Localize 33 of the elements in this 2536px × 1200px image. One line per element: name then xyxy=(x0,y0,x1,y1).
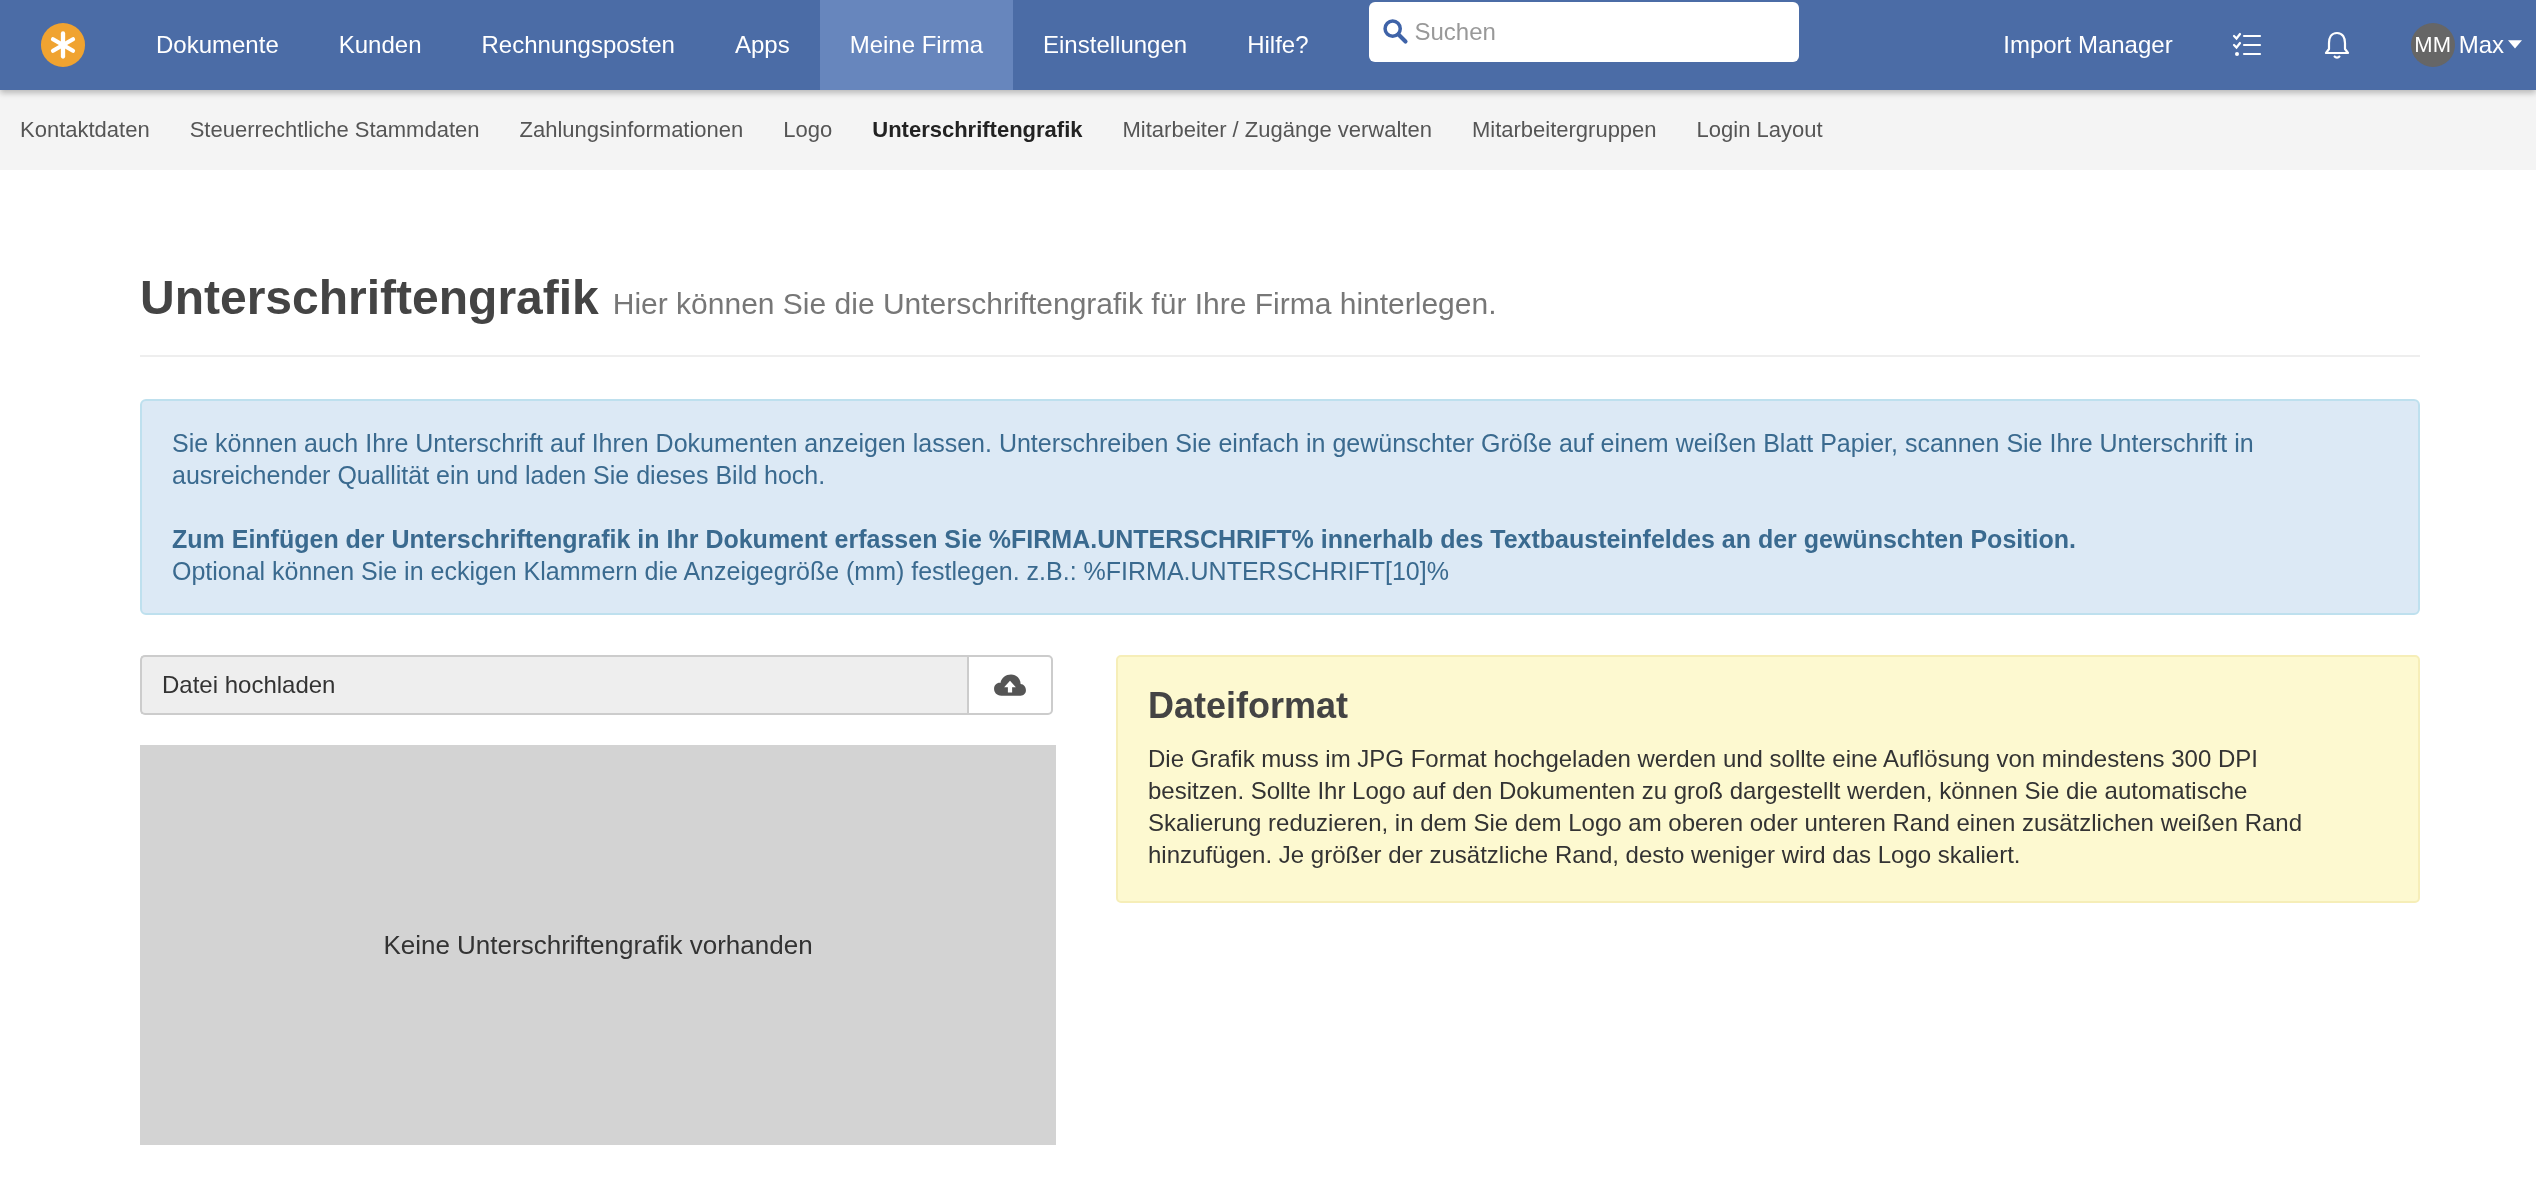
caret-icon xyxy=(2508,40,2522,50)
nav-tab[interactable]: Rechnungsposten xyxy=(451,0,705,90)
nav-tab[interactable]: Einstellungen xyxy=(1013,0,1218,90)
sub-nav-tab[interactable]: Unterschriftengrafik xyxy=(872,117,1083,143)
user-menu[interactable]: MM Max xyxy=(2410,23,2522,67)
page-subtitle: Hier können Sie die Unterschriftengrafik für Ihre Firma hinterlegen. xyxy=(612,287,1497,321)
empty-preview-text: Keine Unterschriftengrafik vorhanden xyxy=(383,929,813,961)
instruction-text: Zum Einfügen der Unterschriftengrafik in Ihr Dokument erfassen Sie %FIRMA.UNTERSCHRIFT% innerhalb des Textbausteinfeldes an der gewünschten Position. xyxy=(172,524,2077,555)
file-upload-field[interactable]: Datei hochladen xyxy=(140,655,967,715)
import-manager-link[interactable]: Import Manager xyxy=(2003,31,2173,59)
sub-nav-tab[interactable]: Steuerrechtliche Stammdaten xyxy=(189,117,480,143)
nav-tab[interactable]: Hilfe? xyxy=(1217,0,1339,90)
sub-nav-tab[interactable]: Zahlungsinformationen xyxy=(519,117,744,143)
panel-text: Die Grafik muss im JPG Format hochgeladen werden und sollte eine Auflösung von mindestens 300 DPI besitzen. Sollte Ihr Logo auf den Dokumenten zu groß dargestellt werden, können Sie die automatische Skalierung reduzieren, in dem Sie dem Logo am oberen oder unteren Rand einen zusätzlichen weißen Rand hinzufügen. Je größer der zusätzliche Rand, desto weniger wird das Logo skaliert. xyxy=(1148,744,2304,870)
sub-nav-tab[interactable]: Mitarbeiter / Zugänge verwalten xyxy=(1122,117,1432,143)
asterisk-logo-icon[interactable] xyxy=(40,22,86,68)
sub-nav-tab[interactable]: Kontaktdaten xyxy=(20,117,150,143)
nav-tab[interactable]: Apps xyxy=(704,0,820,90)
sub-nav-tab[interactable]: Mitarbeitergruppen xyxy=(1471,117,1657,143)
search-field[interactable]: Suchen xyxy=(1368,2,1799,62)
panel-title: Dateiformat xyxy=(1148,685,1350,727)
nav-tab[interactable]: Meine Firma xyxy=(819,0,1014,90)
nav-tab[interactable]: Kunden xyxy=(308,0,452,90)
info-text: Sie können auch Ihre Unterschrift auf Ihren Dokumenten anzeigen lassen. Unterschreiben Sie einfach in gewünschter Größe auf einem weißen Blatt Papier, scannen Sie Ihre Unterschrift in ausreichender Quallität ein und laden Sie dieses Bild hoch. xyxy=(172,428,2255,491)
user-name: Max xyxy=(2458,31,2504,59)
sub-nav-tab[interactable]: Login Layout xyxy=(1696,117,1823,143)
upload-button[interactable] xyxy=(967,655,1053,715)
cloud-upload-icon xyxy=(993,672,1027,698)
page-title: Unterschriftengrafik xyxy=(140,270,599,325)
nav-tab[interactable]: Dokumente xyxy=(126,0,309,90)
sub-nav-tab[interactable]: Logo xyxy=(783,117,833,143)
optional-text: Optional können Sie in eckigen Klammern die Anzeigegröße (mm) festlegen. z.B.: %FIRMA.UNTERSCHRIFT[10]% xyxy=(172,556,1450,587)
avatar: MM xyxy=(2410,23,2455,67)
